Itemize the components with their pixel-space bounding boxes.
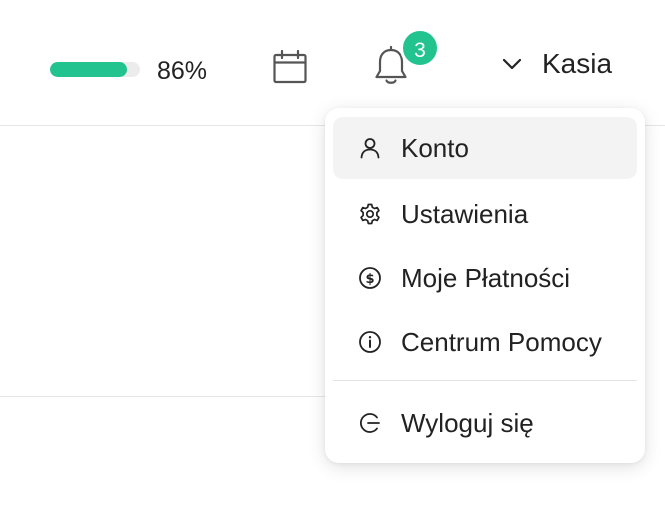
user-name: Kasia bbox=[542, 48, 613, 79]
menu-item-konto[interactable]: Konto bbox=[333, 117, 637, 179]
user-dropdown-menu: Konto Ustawienia $ Moje Płatności Centru… bbox=[325, 108, 645, 463]
logout-label: Wyloguj się bbox=[401, 407, 534, 438]
menu-item-label: Moje Płatności bbox=[401, 262, 571, 293]
gear-icon bbox=[357, 201, 383, 227]
progress-label: 86% bbox=[157, 57, 208, 85]
info-circle-icon bbox=[357, 329, 383, 355]
menu-divider bbox=[333, 380, 637, 381]
svg-text:$: $ bbox=[365, 272, 374, 287]
notification-count-badge: 3 bbox=[400, 28, 440, 68]
content-divider bbox=[0, 396, 340, 397]
calendar-button[interactable] bbox=[270, 48, 310, 86]
menu-item-wyloguj[interactable]: Wyloguj się bbox=[333, 392, 637, 454]
menu-item-label: Centrum Pomocy bbox=[401, 326, 602, 357]
logout-icon bbox=[357, 410, 383, 436]
dollar-circle-icon: $ bbox=[357, 265, 383, 291]
menu-item-moje-platnosci[interactable]: $ Moje Płatności bbox=[333, 247, 637, 309]
user-icon bbox=[357, 135, 383, 161]
menu-item-ustawienia[interactable]: Ustawienia bbox=[333, 183, 637, 245]
progress-bar-fill bbox=[50, 62, 128, 77]
calendar-icon bbox=[273, 49, 307, 84]
chevron-down-icon bbox=[502, 58, 522, 70]
user-menu-toggle[interactable]: Kasia bbox=[500, 44, 612, 84]
menu-item-centrum-pomocy[interactable]: Centrum Pomocy bbox=[333, 311, 637, 373]
progress-bar bbox=[50, 62, 140, 77]
menu-item-label: Ustawienia bbox=[401, 198, 529, 229]
menu-item-label: Konto bbox=[401, 132, 469, 163]
